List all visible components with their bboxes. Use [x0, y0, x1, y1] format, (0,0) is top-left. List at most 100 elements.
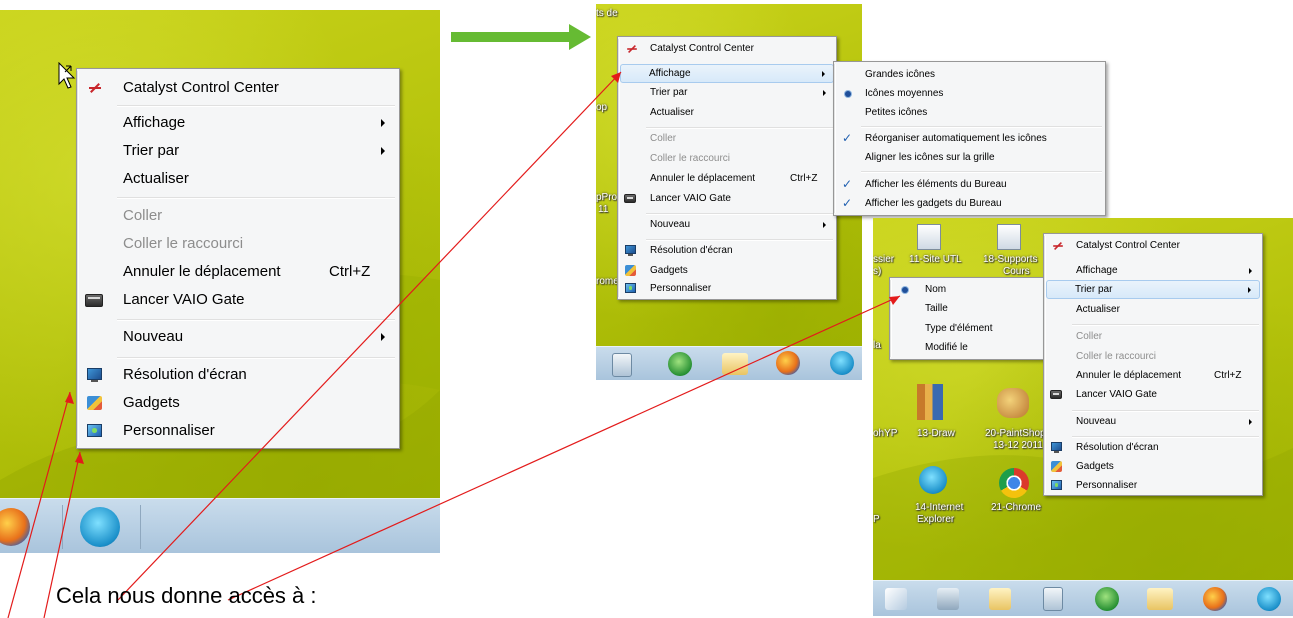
submenu-item-reorganiser[interactable]: ✓ Réorganiser automatiquement les icônes — [836, 129, 1103, 148]
menu-item-affichage[interactable]: Affichage — [620, 64, 834, 83]
menu-item-gadgets[interactable]: Gadgets — [1046, 457, 1260, 477]
menu-item-gadgets[interactable]: Gadgets — [620, 261, 834, 281]
firefox-icon[interactable] — [1203, 587, 1227, 611]
menu-label: Coller le raccourci — [650, 153, 731, 164]
context-menu: .m1::before{left:40px} Catalyst Control … — [76, 68, 400, 449]
menu-item-annuler[interactable]: Annuler le déplacement Ctrl+Z — [1046, 366, 1260, 386]
excel-icon[interactable] — [668, 352, 692, 376]
caption-text: Cela nous donne accès à : — [56, 583, 317, 608]
shortcut-label: Ctrl+Z — [1214, 370, 1242, 381]
folder-icon[interactable] — [1147, 588, 1173, 610]
menu-item-vaio[interactable]: Lancer VAIO Gate — [620, 189, 834, 209]
menu-item-gadgets[interactable]: Gadgets — [79, 389, 397, 417]
menu-item-trier[interactable]: Trier par — [1046, 280, 1260, 299]
menu-item-catalyst[interactable]: Catalyst Control Center — [79, 74, 397, 102]
submenu-item-grandes-icones[interactable]: Grandes icônes — [836, 65, 1103, 84]
menu-item-resolution[interactable]: Résolution d'écran — [1046, 438, 1260, 458]
desktop-icon-label[interactable]: 14-Internet — [915, 502, 963, 514]
calculator-icon[interactable] — [1043, 587, 1063, 611]
menu-item-resolution[interactable]: Résolution d'écran — [79, 361, 397, 389]
internet-explorer-icon[interactable] — [830, 351, 854, 375]
menu-item-personnaliser[interactable]: Personnaliser — [620, 279, 834, 299]
green-arrow-icon — [451, 24, 591, 50]
submenu-item-nom[interactable]: Nom — [892, 280, 1042, 299]
submenu-item-afficher-gadgets[interactable]: ✓ Afficher les gadgets du Bureau — [836, 194, 1103, 213]
menu-item-catalyst[interactable]: Catalyst Control Center — [1046, 236, 1260, 256]
desktop-text-fragment: op — [596, 102, 608, 113]
calculator-icon[interactable] — [612, 353, 632, 377]
firefox-icon[interactable] — [0, 508, 30, 546]
desktop-icon-label[interactable]: 11-Site UTL — [909, 254, 962, 266]
menu-item-coller-raccourci[interactable]: Coller le raccourci — [620, 149, 834, 169]
submenu-item-afficher-elements[interactable]: ✓ Afficher les éléments du Bureau — [836, 175, 1103, 194]
internet-explorer-icon[interactable] — [919, 466, 947, 494]
desktop-text-fragment: rome — [596, 276, 619, 287]
menu-item-nouveau[interactable]: Nouveau — [620, 215, 834, 235]
taskbar — [0, 498, 440, 553]
menu-item-trier[interactable]: Trier par — [620, 83, 834, 103]
menu-label: Résolution d'écran — [1076, 442, 1159, 453]
submenu-item-aligner[interactable]: Aligner les icônes sur la grille — [836, 148, 1103, 167]
menu-label: Réorganiser automatiquement les icônes — [865, 133, 1047, 144]
desktop-icon-label[interactable]: 13-12 2011 — [993, 440, 1043, 452]
desktop-icon-label: P — [873, 514, 880, 525]
menu-item-coller-raccourci[interactable]: Coller le raccourci — [1046, 347, 1260, 367]
desktop-icon-label[interactable]: 21-Chrome — [991, 502, 1041, 514]
submenu-item-modifie[interactable]: Modifié le — [892, 338, 1042, 357]
screen-resolution-icon — [87, 368, 102, 382]
menu-item-catalyst[interactable]: Catalyst Control Center — [620, 39, 834, 59]
shortcut-icon[interactable] — [997, 224, 1021, 250]
menu-item-actualiser[interactable]: Actualiser — [1046, 300, 1260, 320]
excel-icon[interactable] — [1095, 587, 1119, 611]
menu-item-annuler[interactable]: Annuler le déplacement Ctrl+Z — [620, 169, 834, 189]
menu-item-annuler[interactable]: Annuler le déplacement Ctrl+Z — [79, 258, 397, 286]
submenu-arrow-icon — [1249, 268, 1252, 274]
desktop-icon-label[interactable]: 13-Draw — [917, 428, 955, 440]
submenu-item-icones-moyennes[interactable]: Icônes moyennes — [836, 84, 1103, 103]
menu-label: Personnaliser — [123, 422, 215, 439]
recycle-bin-icon[interactable] — [989, 588, 1011, 610]
submenu-arrow-icon — [381, 119, 385, 127]
submenu-item-type[interactable]: Type d'élément — [892, 319, 1042, 338]
menu-item-actualiser[interactable]: Actualiser — [79, 165, 397, 193]
screen-resolution-icon — [1051, 442, 1062, 453]
menu-item-trier[interactable]: Trier par — [79, 137, 397, 165]
menu-item-resolution[interactable]: Résolution d'écran — [620, 241, 834, 261]
menu-label: Actualiser — [123, 170, 189, 187]
paint-icon[interactable] — [997, 388, 1029, 418]
submenu-item-petites-icones[interactable]: Petites icônes — [836, 103, 1103, 122]
menu-item-coller[interactable]: Coller — [79, 202, 397, 230]
desktop-icon-label[interactable]: 20-PaintShop — [985, 428, 1046, 440]
internet-explorer-icon[interactable] — [80, 507, 120, 547]
submenu-item-taille[interactable]: Taille — [892, 299, 1042, 318]
menu-label: Type d'élément — [925, 323, 993, 334]
menu-item-affichage[interactable]: Affichage — [1046, 261, 1260, 281]
menu-item-coller[interactable]: Coller — [1046, 327, 1260, 347]
menu-item-personnaliser[interactable]: Personnaliser — [79, 417, 397, 445]
desktop-icon-label[interactable]: 18-Supports — [983, 254, 1037, 266]
menu-item-personnaliser[interactable]: Personnaliser — [1046, 476, 1260, 496]
desktop-icon-label[interactable]: Explorer — [917, 514, 954, 526]
folder-icon[interactable] — [722, 353, 748, 375]
menu-label: Modifié le — [925, 342, 968, 353]
shortcut-icon[interactable] — [917, 224, 941, 250]
context-menu: Catalyst Control Center Affichage Trier … — [1043, 233, 1263, 496]
menu-item-coller[interactable]: Coller — [620, 129, 834, 149]
internet-explorer-icon[interactable] — [1257, 587, 1281, 611]
menu-item-vaio[interactable]: Lancer VAIO Gate — [79, 286, 397, 314]
menu-item-affichage[interactable]: Affichage — [79, 109, 397, 137]
firefox-icon[interactable] — [776, 351, 800, 375]
catalyst-icon — [627, 45, 637, 53]
menu-item-nouveau[interactable]: Nouveau — [1046, 412, 1260, 432]
checkmark-icon: ✓ — [842, 177, 853, 191]
menu-item-nouveau[interactable]: Nouveau — [79, 323, 397, 351]
menu-item-vaio[interactable]: Lancer VAIO Gate — [1046, 385, 1260, 405]
menu-label: Nouveau — [123, 328, 184, 345]
menu-item-coller-raccourci[interactable]: Coller le raccourci — [79, 230, 397, 258]
menu-item-actualiser[interactable]: Actualiser — [620, 103, 834, 123]
notes-icon[interactable] — [937, 588, 959, 610]
context-menu: Catalyst Control Center Affichage Trier … — [617, 36, 837, 300]
draw-icon[interactable] — [917, 384, 943, 420]
chrome-icon[interactable] — [999, 468, 1029, 498]
snipping-tool-icon[interactable] — [885, 588, 907, 610]
